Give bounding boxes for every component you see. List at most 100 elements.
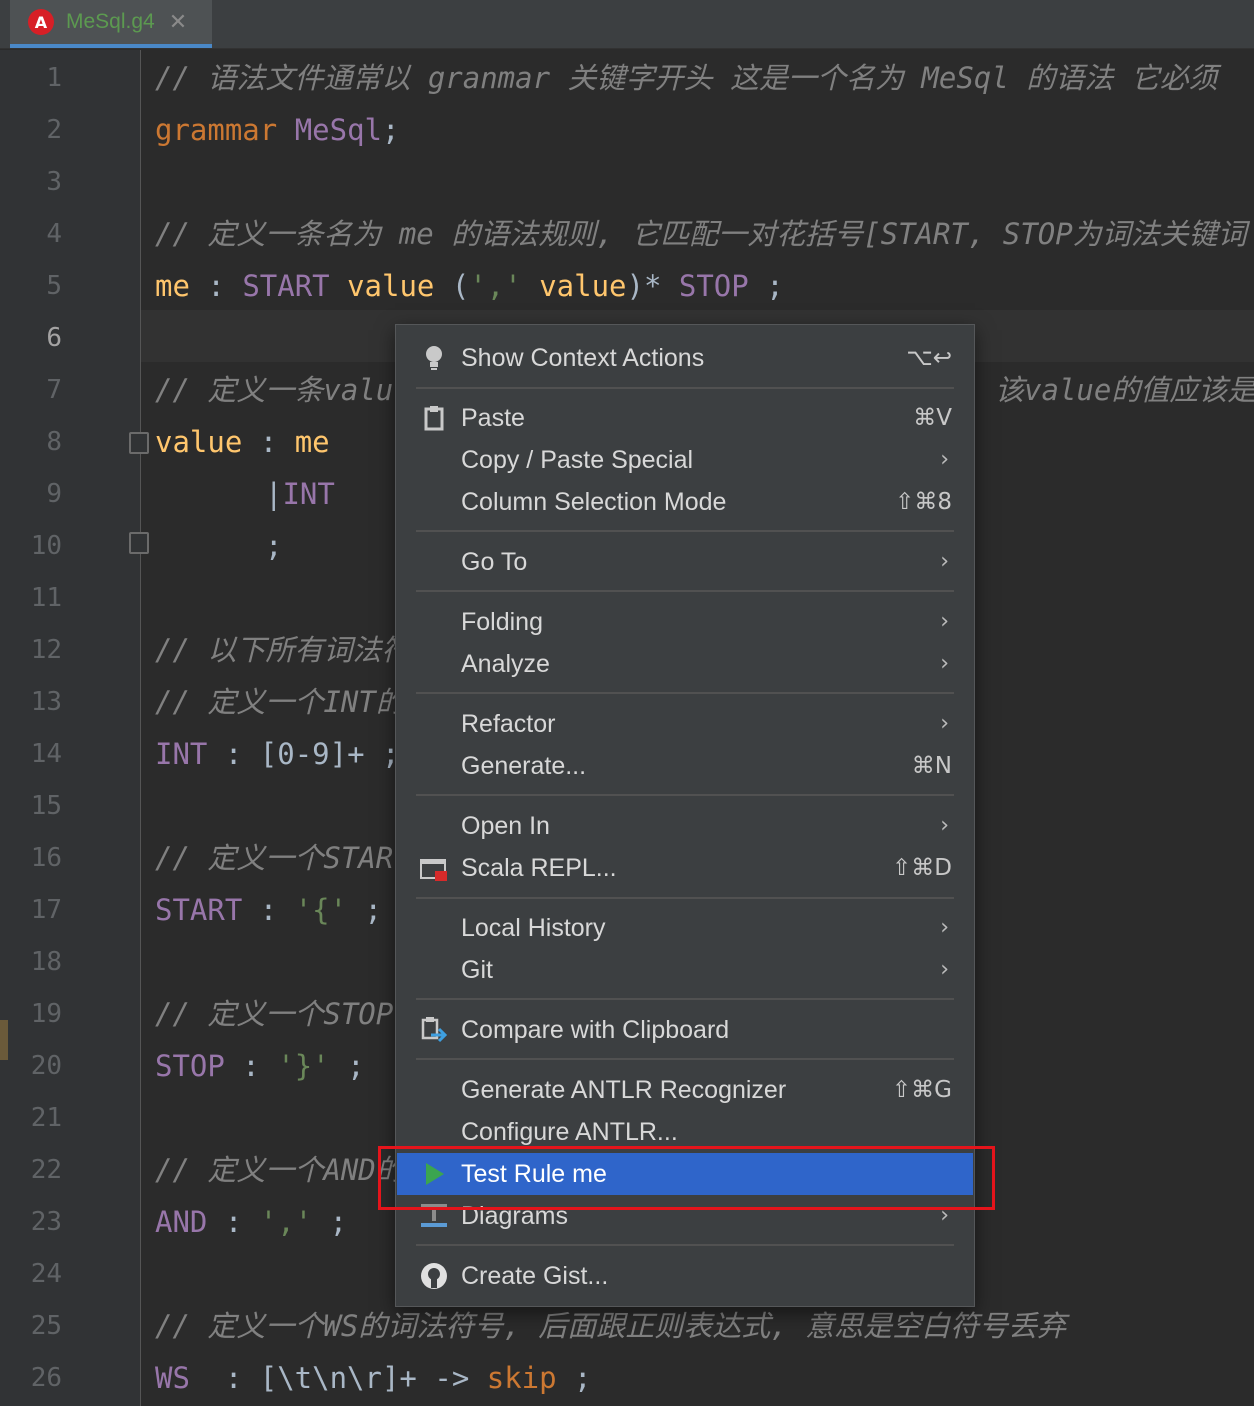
code-line-7a: // 定义一条valu xyxy=(155,364,393,416)
menu-item-analyze[interactable]: Analyze › xyxy=(397,643,973,685)
menu-label: Folding xyxy=(461,608,543,636)
comment: // 定义一个INT的 xyxy=(155,685,405,719)
menu-item-go-to[interactable]: Go To › xyxy=(397,541,973,583)
punct: ; xyxy=(382,113,400,147)
menu-label: Go To xyxy=(461,548,528,576)
line-number: 2 xyxy=(46,115,62,145)
menu-item-paste[interactable]: Paste ⌘V xyxy=(397,397,973,439)
code-line-16: // 定义一个STAR xyxy=(155,832,393,884)
keyword: skip xyxy=(486,1361,557,1395)
menu-label: Open In xyxy=(461,812,550,840)
github-icon xyxy=(421,1263,447,1289)
token-name: WS xyxy=(155,1361,190,1395)
comment: // 定义一条valu xyxy=(155,373,394,407)
submenu-arrow-icon: › xyxy=(940,711,949,736)
menu-item-create-gist[interactable]: Create Gist... xyxy=(397,1255,973,1297)
line-number: 16 xyxy=(30,843,62,873)
line-number: 13 xyxy=(30,687,62,717)
menu-item-git[interactable]: Git › xyxy=(397,949,973,991)
menu-label: Generate ANTLR Recognizer xyxy=(461,1076,787,1104)
menu-label: Git xyxy=(461,956,493,984)
punct: ; xyxy=(329,1049,365,1083)
menu-label: Generate... xyxy=(461,752,587,780)
code-line-2: grammar MeSql; xyxy=(155,104,399,156)
rule-ref: me xyxy=(294,425,330,459)
compare-clipboard-icon xyxy=(421,1017,448,1043)
menu-item-compare-with-clipboard[interactable]: Compare with Clipboard xyxy=(397,1009,973,1051)
comment: 该value的值应该是 xyxy=(995,373,1254,407)
menu-item-generate-antlr-recognizer[interactable]: Generate ANTLR Recognizer ⇧⌘G xyxy=(397,1069,973,1111)
lightbulb-icon xyxy=(426,346,442,370)
rule-name: value xyxy=(155,425,243,459)
line-number-gutter: 1 2 3 4 5 6 7 8 9 10 11 12 13 14 15 16 1… xyxy=(0,50,149,1406)
shortcut: ⇧⌘G xyxy=(891,1077,952,1103)
string-literal: ',' xyxy=(469,269,522,303)
menu-label: Show Context Actions xyxy=(461,344,705,372)
line-number: 25 xyxy=(30,1311,62,1341)
code-line-10: ; xyxy=(265,520,282,572)
menu-item-local-history[interactable]: Local History › xyxy=(397,907,973,949)
menu-item-folding[interactable]: Folding › xyxy=(397,601,973,643)
menu-label: Create Gist... xyxy=(461,1262,609,1290)
line-number: 4 xyxy=(46,219,62,249)
line-number: 11 xyxy=(30,583,62,613)
rule-ref: value xyxy=(347,269,435,303)
menu-label: Copy / Paste Special xyxy=(461,446,694,474)
tab-filename: MeSql.g4 xyxy=(66,10,155,33)
menu-label: Column Selection Mode xyxy=(461,488,727,516)
shortcut: ⇧⌘8 xyxy=(895,489,952,515)
clipboard-icon xyxy=(424,406,444,431)
regex: : [0-9]+ ; xyxy=(207,737,400,771)
code-line-20: STOP : '}' ; xyxy=(155,1040,365,1092)
menu-label: Local History xyxy=(461,914,606,942)
line-number: 15 xyxy=(30,791,62,821)
submenu-arrow-icon: › xyxy=(940,609,949,634)
submenu-arrow-icon: › xyxy=(940,957,949,982)
menu-label: Compare with Clipboard xyxy=(461,1016,730,1044)
close-icon[interactable]: ✕ xyxy=(169,10,187,35)
punct: ( xyxy=(434,269,470,303)
code-line-23: AND : ',' ; xyxy=(155,1196,347,1248)
punct: | xyxy=(265,477,283,511)
submenu-arrow-icon: › xyxy=(940,549,949,574)
punct: ; xyxy=(556,1361,592,1395)
comment: // 定义一个WS的词法符号, 后面跟正则表达式, 意思是空白符号丢弃 xyxy=(155,1309,1067,1343)
token-name: AND xyxy=(155,1205,208,1239)
token-name: INT xyxy=(155,737,208,771)
antlr-logo-icon: A xyxy=(28,9,54,35)
punct: : xyxy=(224,1049,278,1083)
token-ref: INT xyxy=(282,477,335,511)
menu-item-copy-paste-special[interactable]: Copy / Paste Special › xyxy=(397,439,973,481)
punct: ; xyxy=(347,893,383,927)
line-number: 8 xyxy=(46,427,62,457)
menu-separator xyxy=(416,897,954,899)
menu-separator xyxy=(416,1058,954,1060)
menu-item-generate[interactable]: Generate... ⌘N xyxy=(397,745,973,787)
token-name: START xyxy=(155,893,243,927)
menu-item-scala-repl[interactable]: Scala REPL... ⇧⌘D xyxy=(397,847,973,889)
regex: : [\t\n\r]+ -> xyxy=(189,1361,487,1395)
menu-label: Paste xyxy=(461,404,525,432)
menu-separator xyxy=(416,692,954,694)
submenu-arrow-icon: › xyxy=(940,447,949,472)
punct: ; xyxy=(265,529,283,563)
tab-mesql[interactable]: A MeSql.g4 ✕ xyxy=(10,0,212,48)
line-number: 12 xyxy=(30,635,62,665)
menu-item-column-selection-mode[interactable]: Column Selection Mode ⇧⌘8 xyxy=(397,481,973,523)
comment: // 定义一个AND的 xyxy=(155,1153,405,1187)
code-line-13: // 定义一个INT的 xyxy=(155,676,405,728)
line-number: 26 xyxy=(30,1363,62,1393)
code-line-5: me : START value (',' value)* STOP ; xyxy=(155,260,784,312)
punct: : xyxy=(189,269,243,303)
string-literal: '}' xyxy=(277,1049,330,1083)
code-line-14: INT : [0-9]+ ; xyxy=(155,728,399,780)
scala-repl-icon xyxy=(420,859,447,881)
menu-item-show-context-actions[interactable]: Show Context Actions ⌥↩ xyxy=(397,337,973,379)
line-number: 7 xyxy=(46,375,62,405)
line-number: 24 xyxy=(30,1259,62,1289)
menu-item-refactor[interactable]: Refactor › xyxy=(397,703,973,745)
menu-item-open-in[interactable]: Open In › xyxy=(397,805,973,847)
code-line-7b: 该value的值应该是 xyxy=(995,364,1254,416)
line-number: 10 xyxy=(30,531,62,561)
comment: // 以下所有词法符 xyxy=(155,633,411,667)
